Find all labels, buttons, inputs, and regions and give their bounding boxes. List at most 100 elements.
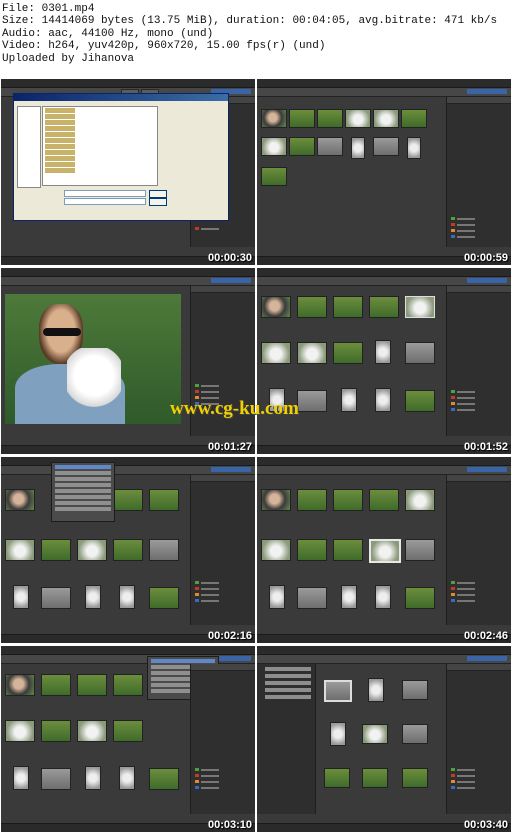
media-thumbnail[interactable] (330, 722, 346, 746)
media-thumbnail[interactable] (407, 137, 421, 159)
media-thumbnail[interactable] (77, 539, 107, 561)
media-thumbnail[interactable] (369, 489, 399, 511)
media-thumbnail[interactable] (149, 539, 179, 561)
keyword-tag[interactable] (451, 217, 481, 220)
keyword-tag[interactable] (195, 599, 225, 602)
media-thumbnail[interactable] (362, 768, 388, 788)
media-thumbnail[interactable] (77, 720, 107, 742)
media-thumbnail[interactable] (13, 585, 29, 609)
keyword-tag[interactable] (451, 768, 481, 771)
media-thumbnail[interactable] (5, 720, 35, 742)
media-thumbnail[interactable] (405, 489, 435, 511)
media-thumbnail[interactable] (375, 388, 391, 412)
media-thumbnail[interactable] (362, 724, 388, 744)
keyword-tag[interactable] (195, 384, 225, 387)
media-thumbnail[interactable] (369, 296, 399, 318)
media-thumbnail[interactable] (368, 678, 384, 702)
keyword-tag[interactable] (195, 780, 225, 783)
media-thumbnail[interactable] (5, 674, 35, 696)
keyword-tag[interactable] (451, 587, 481, 590)
media-thumbnail[interactable] (345, 109, 371, 128)
media-thumbnail[interactable] (77, 674, 107, 696)
cancel-button[interactable] (149, 198, 167, 206)
media-thumbnail[interactable] (333, 539, 363, 561)
keyword-tag[interactable] (451, 408, 481, 411)
keyword-tag[interactable] (195, 390, 225, 393)
media-thumbnail[interactable] (297, 296, 327, 318)
media-thumbnail[interactable] (261, 167, 287, 186)
keyword-tag[interactable] (195, 227, 225, 230)
folder-list[interactable] (42, 106, 158, 186)
media-thumbnail[interactable] (289, 137, 315, 156)
media-thumbnail[interactable] (41, 674, 71, 696)
media-thumbnail[interactable] (113, 539, 143, 561)
selected-thumbnail[interactable] (324, 680, 352, 702)
keyword-tag[interactable] (451, 599, 481, 602)
media-thumbnail[interactable] (113, 674, 143, 696)
media-thumbnail[interactable] (373, 137, 399, 156)
media-thumbnail[interactable] (341, 388, 357, 412)
media-thumbnail[interactable] (375, 585, 391, 609)
media-thumbnail[interactable] (261, 109, 287, 128)
places-bar[interactable] (17, 106, 41, 188)
media-thumbnail[interactable] (85, 585, 101, 609)
media-thumbnail[interactable] (297, 489, 327, 511)
media-thumbnail[interactable] (324, 768, 350, 788)
media-thumbnail[interactable] (405, 587, 435, 609)
keyword-tag[interactable] (451, 786, 481, 789)
keyword-tag[interactable] (195, 786, 225, 789)
keyword-tag[interactable] (195, 587, 225, 590)
media-thumbnail[interactable] (13, 766, 29, 790)
organize-tab[interactable] (467, 278, 507, 283)
keyword-tag[interactable] (195, 593, 225, 596)
full-photo[interactable] (5, 294, 181, 424)
media-thumbnail[interactable] (41, 720, 71, 742)
media-thumbnail[interactable] (333, 342, 363, 364)
organize-tab[interactable] (467, 89, 507, 94)
media-thumbnail[interactable] (333, 296, 363, 318)
media-thumbnail[interactable] (261, 342, 291, 364)
media-thumbnail[interactable] (113, 720, 143, 742)
media-thumbnail[interactable] (402, 724, 428, 744)
keyword-tag[interactable] (451, 390, 481, 393)
keyword-tag[interactable] (195, 774, 225, 777)
keyword-tag[interactable] (451, 229, 481, 232)
keyword-tag[interactable] (451, 780, 481, 783)
keyword-tag[interactable] (195, 581, 225, 584)
media-thumbnail[interactable] (297, 539, 327, 561)
media-thumbnail[interactable] (405, 539, 435, 561)
media-thumbnail[interactable] (261, 296, 291, 318)
keyword-tag[interactable] (451, 396, 481, 399)
media-thumbnail[interactable] (317, 137, 343, 156)
media-thumbnail[interactable] (405, 296, 435, 318)
organize-tab[interactable] (211, 278, 251, 283)
media-thumbnail[interactable] (261, 489, 291, 511)
media-thumbnail[interactable] (5, 489, 35, 511)
media-thumbnail[interactable] (41, 539, 71, 561)
organize-tab[interactable] (467, 656, 507, 661)
media-thumbnail[interactable] (333, 489, 363, 511)
media-thumbnail[interactable] (261, 539, 291, 561)
media-thumbnail[interactable] (113, 489, 143, 511)
media-thumbnail[interactable] (317, 109, 343, 128)
media-thumbnail[interactable] (269, 585, 285, 609)
import-options[interactable] (160, 106, 224, 186)
file-name-field[interactable] (64, 190, 146, 197)
media-thumbnail[interactable] (5, 539, 35, 561)
media-thumbnail[interactable] (375, 340, 391, 364)
media-thumbnail[interactable] (373, 109, 399, 128)
media-thumbnail[interactable] (402, 768, 428, 788)
keyword-tag[interactable] (451, 223, 481, 226)
media-thumbnail[interactable] (149, 768, 179, 790)
media-thumbnail[interactable] (85, 766, 101, 790)
folder-tree[interactable] (257, 664, 316, 814)
organize-tab[interactable] (211, 467, 251, 472)
keyword-tag[interactable] (451, 235, 481, 238)
media-thumbnail[interactable] (297, 342, 327, 364)
keyword-tag[interactable] (451, 402, 481, 405)
media-thumbnail[interactable] (119, 766, 135, 790)
media-thumbnail[interactable] (351, 137, 365, 159)
media-thumbnail[interactable] (149, 489, 179, 511)
keyword-tag[interactable] (451, 774, 481, 777)
media-thumbnail[interactable] (149, 587, 179, 609)
